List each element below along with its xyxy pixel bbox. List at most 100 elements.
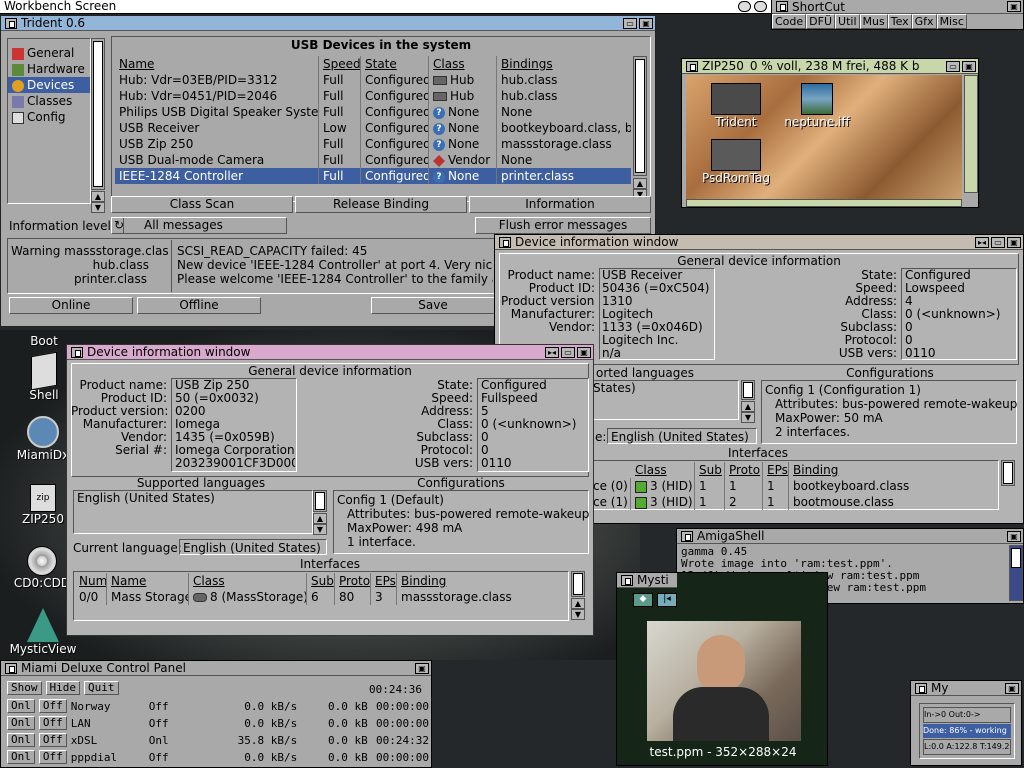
- class-scan-button[interactable]: Class Scan: [111, 196, 293, 213]
- table-row[interactable]: Hub: Vdr=0451/PID=2046 Full Configured Hub h…: [115, 88, 631, 104]
- close-icon[interactable]: [499, 236, 511, 248]
- online-toggle[interactable]: Onl: [7, 716, 35, 730]
- online-button[interactable]: Online: [9, 297, 133, 314]
- table-row[interactable]: Philips USB Digital Speaker System Full Co…: [115, 104, 631, 120]
- zip250-icon-neptune[interactable]: neptune.iff: [782, 83, 852, 129]
- desktop-icon-cd0[interactable]: CD0:CDD: [10, 546, 74, 590]
- table-row[interactable]: USB Receiver Low Configured? None bootkeyboa…: [115, 120, 631, 136]
- online-toggle[interactable]: Onl: [7, 733, 35, 747]
- quit-button[interactable]: Quit: [84, 681, 119, 695]
- column-header-eps[interactable]: EPs: [371, 573, 397, 589]
- depth-icon[interactable]: ▣: [577, 346, 591, 358]
- offline-toggle[interactable]: Off: [38, 699, 67, 713]
- column-header-num[interactable]: Num: [75, 573, 107, 589]
- close-icon[interactable]: [71, 346, 83, 358]
- zip250-hscrollbar[interactable]: [686, 199, 962, 207]
- table-row[interactable]: USB Zip 250 Full Configured? None massstorag…: [115, 136, 631, 152]
- nav-item-classes[interactable]: Classes: [8, 93, 90, 109]
- close-icon[interactable]: [5, 662, 17, 674]
- depth-icon[interactable]: [738, 1, 751, 12]
- first-image-icon[interactable]: |◂: [657, 593, 677, 607]
- zoom-icon[interactable]: ▭: [561, 346, 575, 358]
- interfaces-scrollbar[interactable]: [571, 571, 585, 597]
- flush-errors-button[interactable]: Flush error messages: [475, 217, 651, 234]
- nav-item-hardware[interactable]: Hardware: [8, 61, 90, 77]
- column-header-sub[interactable]: Sub: [695, 462, 725, 478]
- iconify-icon[interactable]: ▸◂: [545, 346, 559, 358]
- offline-toggle[interactable]: Off: [38, 733, 67, 747]
- offline-button[interactable]: Offline: [137, 297, 261, 314]
- device-list-scrollbar[interactable]: [633, 56, 647, 176]
- desktop-icon-miamidx[interactable]: MiamiDx: [14, 416, 72, 462]
- shell-scrollbar[interactable]: [1009, 545, 1023, 601]
- release-binding-button[interactable]: Release Binding: [295, 196, 467, 213]
- online-toggle[interactable]: Onl: [7, 750, 35, 764]
- depth-icon[interactable]: ▣: [1007, 1, 1021, 12]
- depth-icon[interactable]: [754, 1, 767, 12]
- close-icon[interactable]: [915, 682, 927, 694]
- table-row[interactable]: Hub: Vdr=03EB/PID=3312 Full Configured Hub h…: [115, 72, 631, 88]
- depth-icon[interactable]: ▣: [1007, 530, 1021, 542]
- shortcut-tab[interactable]: Util: [835, 14, 860, 29]
- desktop-icon-zip250[interactable]: zip ZIP250: [18, 484, 68, 526]
- column-header-name[interactable]: Name: [107, 573, 189, 589]
- zoom-icon[interactable]: ▭: [623, 17, 637, 29]
- save-button[interactable]: Save: [371, 297, 495, 314]
- shortcut-tab[interactable]: Code: [772, 14, 807, 29]
- language-item[interactable]: English (United States): [77, 491, 215, 505]
- column-header-state[interactable]: State: [361, 56, 429, 72]
- nav-scroll-arrows[interactable]: ▲ ▼: [91, 191, 105, 213]
- desktop-icon-boot[interactable]: Boot: [22, 334, 66, 348]
- table-row[interactable]: USB Dual-mode Camera Full Configured Vendor…: [115, 152, 631, 168]
- languages-scroll-arrows[interactable]: ▲ ▼: [313, 513, 327, 535]
- column-header-class[interactable]: Class: [429, 56, 497, 72]
- close-icon[interactable]: [776, 1, 788, 12]
- column-header-name[interactable]: Name: [115, 56, 319, 72]
- depth-icon[interactable]: ▣: [962, 60, 976, 72]
- depth-icon[interactable]: ▣: [1007, 236, 1021, 248]
- show-button[interactable]: Show: [7, 681, 42, 695]
- offline-toggle[interactable]: Off: [38, 750, 67, 764]
- zip250-scrollbar[interactable]: [964, 75, 978, 193]
- shortcut-tab[interactable]: Mus: [859, 14, 888, 29]
- table-row[interactable]: ce (0) 3 (HID) 1 1 1 bootkeyboard.class: [593, 478, 997, 494]
- zoom-icon[interactable]: ▭: [991, 236, 1005, 248]
- shortcut-tab[interactable]: Misc: [936, 14, 967, 29]
- column-header-binding[interactable]: Binding: [789, 462, 989, 478]
- interfaces-scrollbar[interactable]: [1001, 460, 1015, 486]
- nav-scrollbar[interactable]: [91, 38, 105, 190]
- desktop-icon-shell[interactable]: Shell: [20, 351, 68, 402]
- zip250-icon-trident[interactable]: Trident: [702, 83, 770, 129]
- column-header-sub[interactable]: Sub: [307, 573, 335, 589]
- zoom-icon[interactable]: ▭: [946, 60, 960, 72]
- close-icon[interactable]: [686, 60, 698, 72]
- column-header-class[interactable]: Class: [189, 573, 307, 589]
- zip250-icon-psdromtag[interactable]: PsdRomTag: [698, 139, 774, 185]
- depth-icon[interactable]: ▣: [415, 662, 429, 674]
- nav-item-general[interactable]: General: [8, 45, 90, 61]
- close-icon[interactable]: [681, 530, 693, 542]
- table-row[interactable]: 0/0 Mass Storage 8 (MassStorage) 6 80 3 …: [75, 589, 567, 605]
- shortcut-tab[interactable]: DFÜ: [806, 14, 836, 29]
- online-toggle[interactable]: Onl: [7, 699, 35, 713]
- column-header-eps[interactable]: EPs: [763, 462, 789, 478]
- column-header-binding[interactable]: Binding: [397, 573, 565, 589]
- nav-item-config[interactable]: Config: [8, 109, 90, 125]
- information-button[interactable]: Information: [469, 196, 651, 213]
- depth-icon[interactable]: ▣: [639, 17, 653, 29]
- mysticview-logo-icon[interactable]: ◆: [633, 593, 653, 607]
- table-row[interactable]: IEEE-1284 Controller Full Configured? None p…: [115, 168, 631, 184]
- iconify-icon[interactable]: ▸◂: [975, 236, 989, 248]
- shortcut-tab[interactable]: Tex: [887, 14, 912, 29]
- languages-scrollbar[interactable]: [313, 490, 327, 512]
- info-level-cycle[interactable]: ↻ All messages: [111, 217, 287, 234]
- languages-scrollbar[interactable]: [741, 380, 755, 400]
- nav-item-devices[interactable]: Devices: [8, 77, 90, 93]
- column-header-speed[interactable]: Speed: [319, 56, 361, 72]
- hide-button[interactable]: Hide: [45, 681, 80, 695]
- column-header-bindings[interactable]: Bindings: [497, 56, 631, 72]
- close-icon[interactable]: [621, 574, 633, 586]
- table-row[interactable]: ce (1) 3 (HID) 1 2 1 bootmouse.class: [593, 494, 997, 510]
- shortcut-tab[interactable]: Gfx: [911, 14, 937, 29]
- interfaces-scroll-arrows[interactable]: ▲ ▼: [571, 598, 585, 620]
